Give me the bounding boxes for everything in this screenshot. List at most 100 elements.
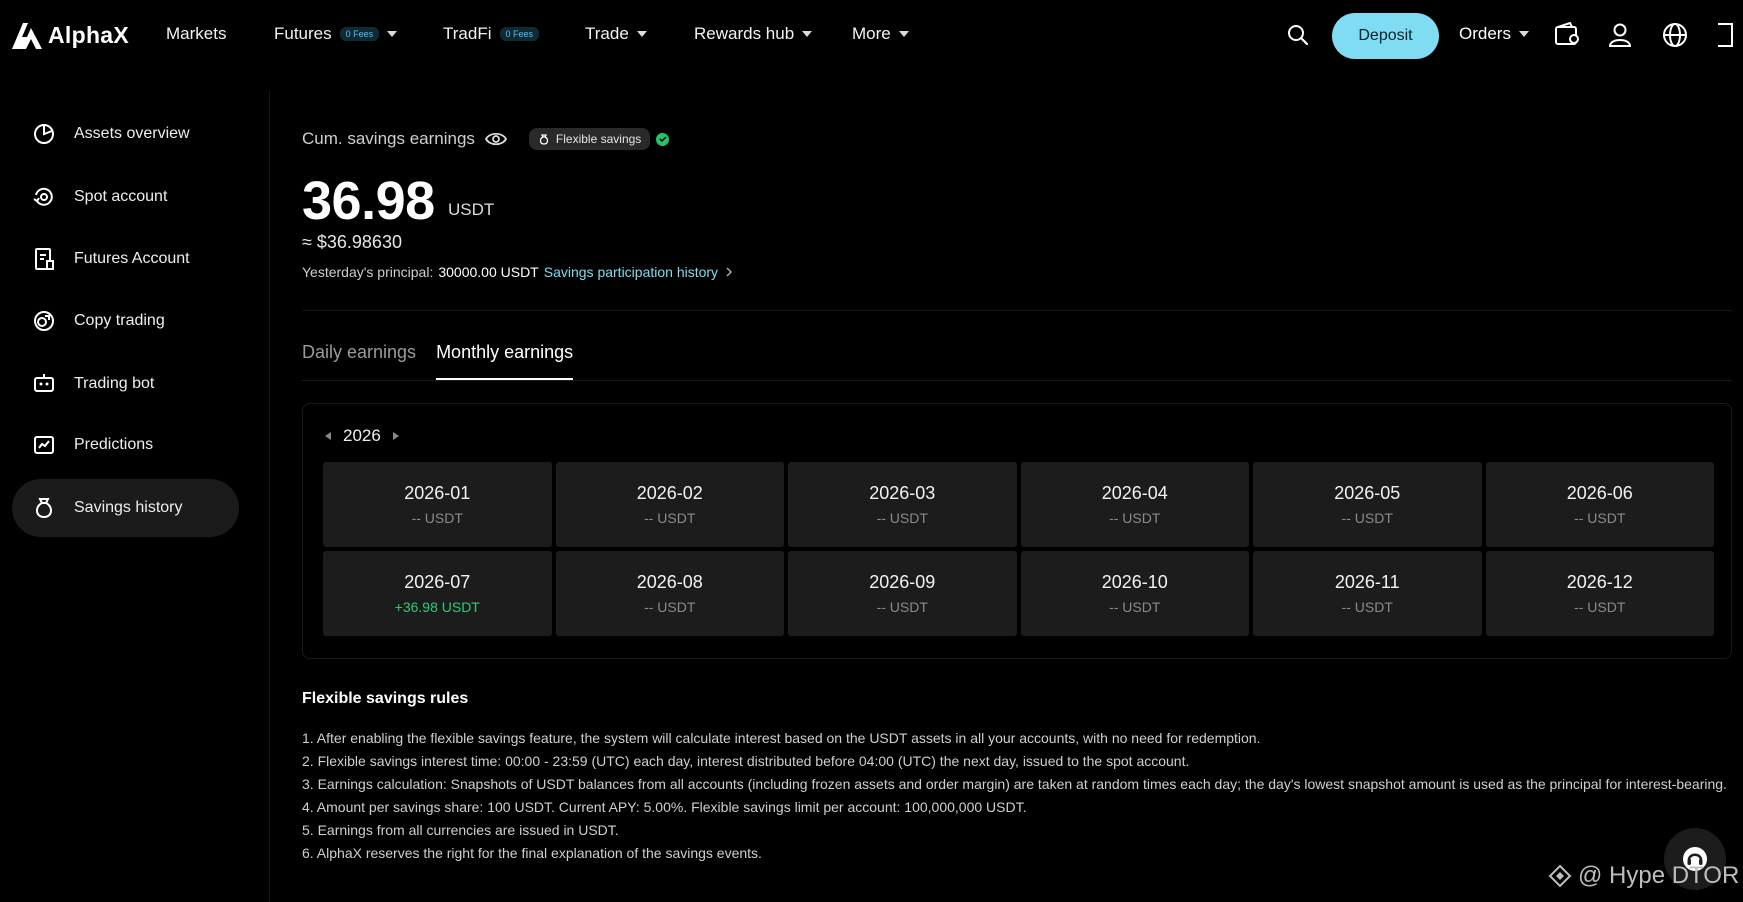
rules-list: 1. After enabling the flexible savings f… <box>302 727 1732 865</box>
rule-item: 1. After enabling the flexible savings f… <box>302 730 1261 746</box>
sidebar-item-copy-trading[interactable]: Copy trading <box>12 292 239 350</box>
month-cell[interactable]: 2026-08 -- USDT <box>555 551 784 636</box>
month-label: 2026-03 <box>869 483 936 503</box>
savings-history-link[interactable]: Savings participation history <box>544 264 718 280</box>
brand-name: AlphaX <box>48 22 130 48</box>
tab-divider <box>302 380 1732 381</box>
nav-markets[interactable]: Markets <box>166 24 226 44</box>
month-label: 2026-05 <box>1334 483 1401 503</box>
sidebar-item-label: Spot account <box>74 188 168 205</box>
month-cell[interactable]: 2026-06 -- USDT <box>1485 462 1714 547</box>
pie-chart-icon <box>34 124 54 144</box>
month-label: 2026-09 <box>869 572 936 592</box>
month-value: -- USDT <box>876 599 928 615</box>
flexible-savings-label: Flexible savings <box>555 132 642 146</box>
cum-earnings-header: Cum. savings earnings Flexible savings <box>302 128 670 150</box>
trading-bot-icon <box>34 374 54 392</box>
rules-title: Flexible savings rules <box>302 690 469 707</box>
sidebar-item-label: Savings history <box>74 499 183 516</box>
watermark: @ Hype DTOR <box>1548 862 1739 890</box>
savings-bag-icon <box>36 498 52 519</box>
active-check-icon <box>656 132 670 146</box>
year-label: 2026 <box>343 426 381 445</box>
sidebar-item-trading-bot[interactable]: Trading bot <box>12 355 239 413</box>
earnings-tabs: Daily earnings Monthly earnings <box>302 342 574 380</box>
month-label: 2026-06 <box>1566 483 1633 503</box>
month-cell[interactable]: 2026-04 -- USDT <box>1020 462 1249 547</box>
rule-item: 6. AlphaX reserves the right for the fin… <box>302 845 762 861</box>
cum-earnings-amount: 36.98 <box>302 171 435 231</box>
month-cell[interactable]: 2026-01 -- USDT <box>323 462 552 547</box>
monthly-calendar: 2026 2026-01 -- USDT 2026-02 -- USDT 2026-… <box>302 403 1732 659</box>
month-label: 2026-12 <box>1566 572 1633 592</box>
sidebar-item-label: Copy trading <box>74 312 165 329</box>
principal-row: Yesterday's principal: 30000.00 USDT Sav… <box>302 264 735 280</box>
cum-earnings-label: Cum. savings earnings <box>302 129 475 148</box>
spot-account-icon <box>33 187 53 206</box>
watermark-text: @ Hype DTOR <box>1578 862 1740 889</box>
month-label: 2026-04 <box>1101 483 1168 503</box>
brand-logo[interactable]: AlphaX <box>12 22 129 49</box>
sidebar-item-savings-history[interactable]: Savings history <box>12 479 239 537</box>
month-cell[interactable]: 2026-10 -- USDT <box>1020 551 1249 636</box>
binance-diamond-icon <box>1548 864 1572 888</box>
month-cell[interactable]: 2026-07 +36.98 USDT <box>323 551 552 636</box>
sidebar: Assets overview Spot account Futures Acc… <box>0 90 270 902</box>
month-label: 2026-11 <box>1334 572 1400 592</box>
rule-item: 2. Flexible savings interest time: 00:00… <box>302 753 1190 769</box>
sidebar-item-assets-overview[interactable]: Assets overview <box>12 105 239 163</box>
month-value: -- USDT <box>1574 599 1626 615</box>
rule-item: 3. Earnings calculation: Snapshots of US… <box>302 776 1727 792</box>
tab-monthly-earnings[interactable]: Monthly earnings <box>436 342 574 380</box>
cum-earnings-usd: ≈ $36.98630 <box>302 232 402 252</box>
principal-label: Yesterday's principal: <box>302 264 434 280</box>
tab-daily-earnings[interactable]: Daily earnings <box>302 342 416 380</box>
year-selector: 2026 <box>325 426 399 446</box>
sidebar-item-spot-account[interactable]: Spot account <box>12 168 239 226</box>
month-cell[interactable]: 2026-02 -- USDT <box>555 462 784 547</box>
savings-bag-icon <box>539 133 549 145</box>
month-value: -- USDT <box>411 510 463 526</box>
month-value: -- USDT <box>644 510 696 526</box>
month-value: -- USDT <box>1341 510 1393 526</box>
predictions-icon <box>34 436 54 454</box>
month-value: -- USDT <box>876 510 928 526</box>
main-content: Cum. savings earnings Flexible savings 3… <box>302 0 1732 902</box>
futures-account-icon <box>35 248 54 270</box>
month-grid: 2026-01 -- USDT 2026-02 -- USDT 2026-03 -- … <box>323 462 1714 636</box>
month-label: 2026-02 <box>636 483 703 503</box>
sidebar-item-predictions[interactable]: Predictions <box>12 416 239 474</box>
sidebar-item-label: Assets overview <box>74 125 190 142</box>
month-label: 2026-07 <box>404 572 471 592</box>
rule-item: 5. Earnings from all currencies are issu… <box>302 822 619 838</box>
month-cell[interactable]: 2026-12 -- USDT <box>1485 551 1714 636</box>
divider <box>302 310 1732 311</box>
month-value: -- USDT <box>1574 510 1626 526</box>
copy-trading-icon <box>34 311 54 331</box>
eye-icon[interactable] <box>484 131 507 147</box>
rule-item: 4. Amount per savings share: 100 USDT. C… <box>302 799 1027 815</box>
sidebar-item-label: Predictions <box>74 436 154 453</box>
month-value: -- USDT <box>1109 599 1161 615</box>
sidebar-item-label: Futures Account <box>74 250 190 267</box>
alphax-logo-icon <box>12 22 42 49</box>
month-value: -- USDT <box>1109 510 1161 526</box>
month-value: -- USDT <box>644 599 696 615</box>
flexible-savings-badge: Flexible savings <box>528 128 651 150</box>
month-value: +36.98 USDT <box>394 599 480 615</box>
month-label: 2026-10 <box>1101 572 1168 592</box>
month-cell[interactable]: 2026-03 -- USDT <box>788 462 1017 547</box>
month-cell[interactable]: 2026-09 -- USDT <box>788 551 1017 636</box>
previous-year-icon[interactable] <box>325 432 331 440</box>
month-cell[interactable]: 2026-11 -- USDT <box>1253 551 1482 636</box>
month-value: -- USDT <box>1341 599 1393 615</box>
next-year-icon[interactable] <box>392 432 399 440</box>
month-label: 2026-08 <box>636 572 703 592</box>
chevron-right-icon[interactable] <box>723 266 735 278</box>
nav-markets-label: Markets <box>166 24 227 43</box>
sidebar-item-futures-account[interactable]: Futures Account <box>12 230 239 288</box>
month-cell[interactable]: 2026-05 -- USDT <box>1253 462 1482 547</box>
principal-value: 30000.00 USDT <box>438 264 539 280</box>
sidebar-item-label: Trading bot <box>74 375 155 392</box>
cum-earnings-unit: USDT <box>448 200 495 219</box>
